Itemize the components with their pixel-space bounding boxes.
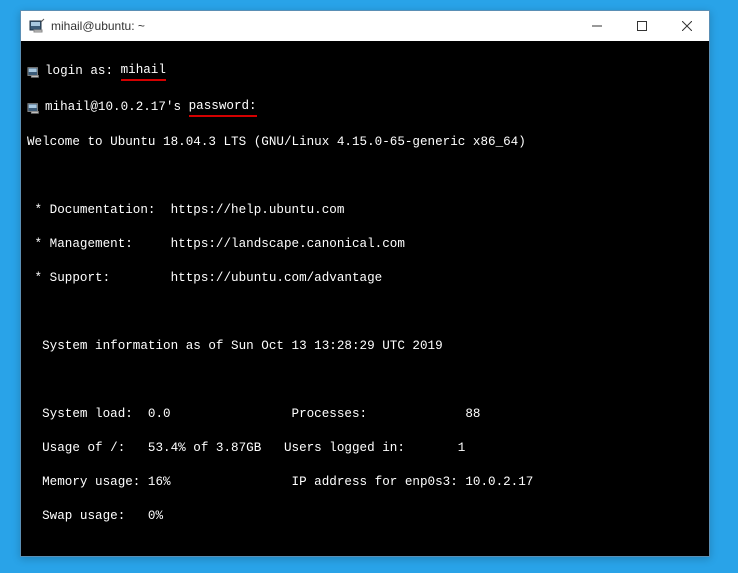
sysinfo-row: Memory usage: 16% IP address for enp0s3:… [27, 474, 703, 491]
minimize-button[interactable] [574, 11, 619, 41]
password-line: mihail@10.0.2.17's password: [27, 98, 703, 117]
maximize-button[interactable] [619, 11, 664, 41]
minimize-icon [592, 21, 602, 31]
putty-icon [29, 18, 45, 34]
close-icon [682, 21, 692, 31]
window-controls [574, 11, 709, 41]
window-title: mihail@ubuntu: ~ [51, 19, 574, 33]
sysinfo-row: System load: 0.0 Processes: 88 [27, 406, 703, 423]
login-username: mihail [121, 62, 166, 81]
close-button[interactable] [664, 11, 709, 41]
terminal-icon [27, 65, 41, 79]
support-link: * Support: https://ubuntu.com/advantage [27, 270, 703, 287]
password-label: password: [189, 98, 257, 117]
sysinfo-row: Usage of /: 53.4% of 3.87GB Users logged… [27, 440, 703, 457]
putty-window: mihail@ubuntu: ~ login as: mihail mihail… [20, 10, 710, 557]
doc-link: * Documentation: https://help.ubuntu.com [27, 202, 703, 219]
terminal-area[interactable]: login as: mihail mihail@10.0.2.17's pass… [21, 41, 709, 556]
password-host: mihail@10.0.2.17's [45, 99, 189, 116]
welcome-line: Welcome to Ubuntu 18.04.3 LTS (GNU/Linux… [27, 134, 703, 151]
sysinfo-header: System information as of Sun Oct 13 13:2… [27, 338, 703, 355]
sysinfo-row: Swap usage: 0% [27, 508, 703, 525]
title-bar[interactable]: mihail@ubuntu: ~ [21, 11, 709, 41]
login-as-label: login as: [45, 63, 121, 80]
mgmt-link: * Management: https://landscape.canonica… [27, 236, 703, 253]
maximize-icon [637, 21, 647, 31]
login-line: login as: mihail [27, 62, 703, 81]
terminal-icon [27, 101, 41, 115]
